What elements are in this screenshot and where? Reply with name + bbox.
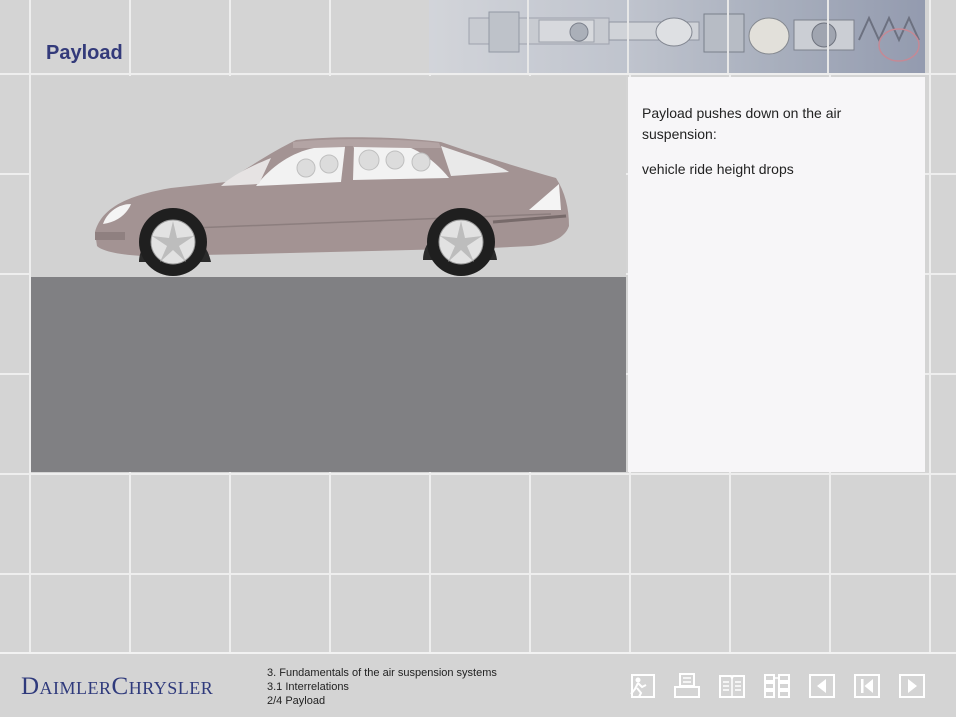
navigation-bar (624, 670, 930, 702)
next-icon (899, 674, 925, 698)
glossary-icon (719, 675, 745, 698)
print-button[interactable] (669, 670, 705, 702)
breadcrumb-page: 2/4 Payload (267, 695, 326, 707)
contents-icon (764, 674, 790, 698)
info-panel: Payload pushes down on the air suspensio… (628, 77, 925, 472)
breadcrumb-section: 3.1 Interrelations (267, 681, 349, 693)
exit-button[interactable] (624, 670, 660, 702)
first-page-icon (854, 674, 880, 698)
exit-icon (630, 674, 655, 698)
previous-icon (809, 674, 835, 698)
breadcrumb-chapter: 3. Fundamentals of the air suspension sy… (267, 667, 497, 679)
next-button[interactable] (894, 670, 930, 702)
payload-animation (31, 76, 626, 472)
brand-logo: DaimlerChrysler (21, 673, 214, 700)
glossary-button[interactable] (714, 670, 750, 702)
previous-button[interactable] (804, 670, 840, 702)
page-title: Payload (46, 42, 123, 64)
car-illustration (95, 137, 569, 276)
contents-button[interactable] (759, 670, 795, 702)
info-text-1: Payload pushes down on the air suspensio… (642, 105, 842, 142)
breadcrumb: 3. Fundamentals of the air suspension sy… (267, 666, 497, 708)
header-banner-image (429, 0, 925, 73)
first-page-button[interactable] (849, 670, 885, 702)
info-text-2: vehicle ride height drops (642, 161, 794, 177)
print-icon (674, 673, 700, 698)
footer: DaimlerChrysler 3. Fundamentals of the a… (0, 652, 956, 717)
